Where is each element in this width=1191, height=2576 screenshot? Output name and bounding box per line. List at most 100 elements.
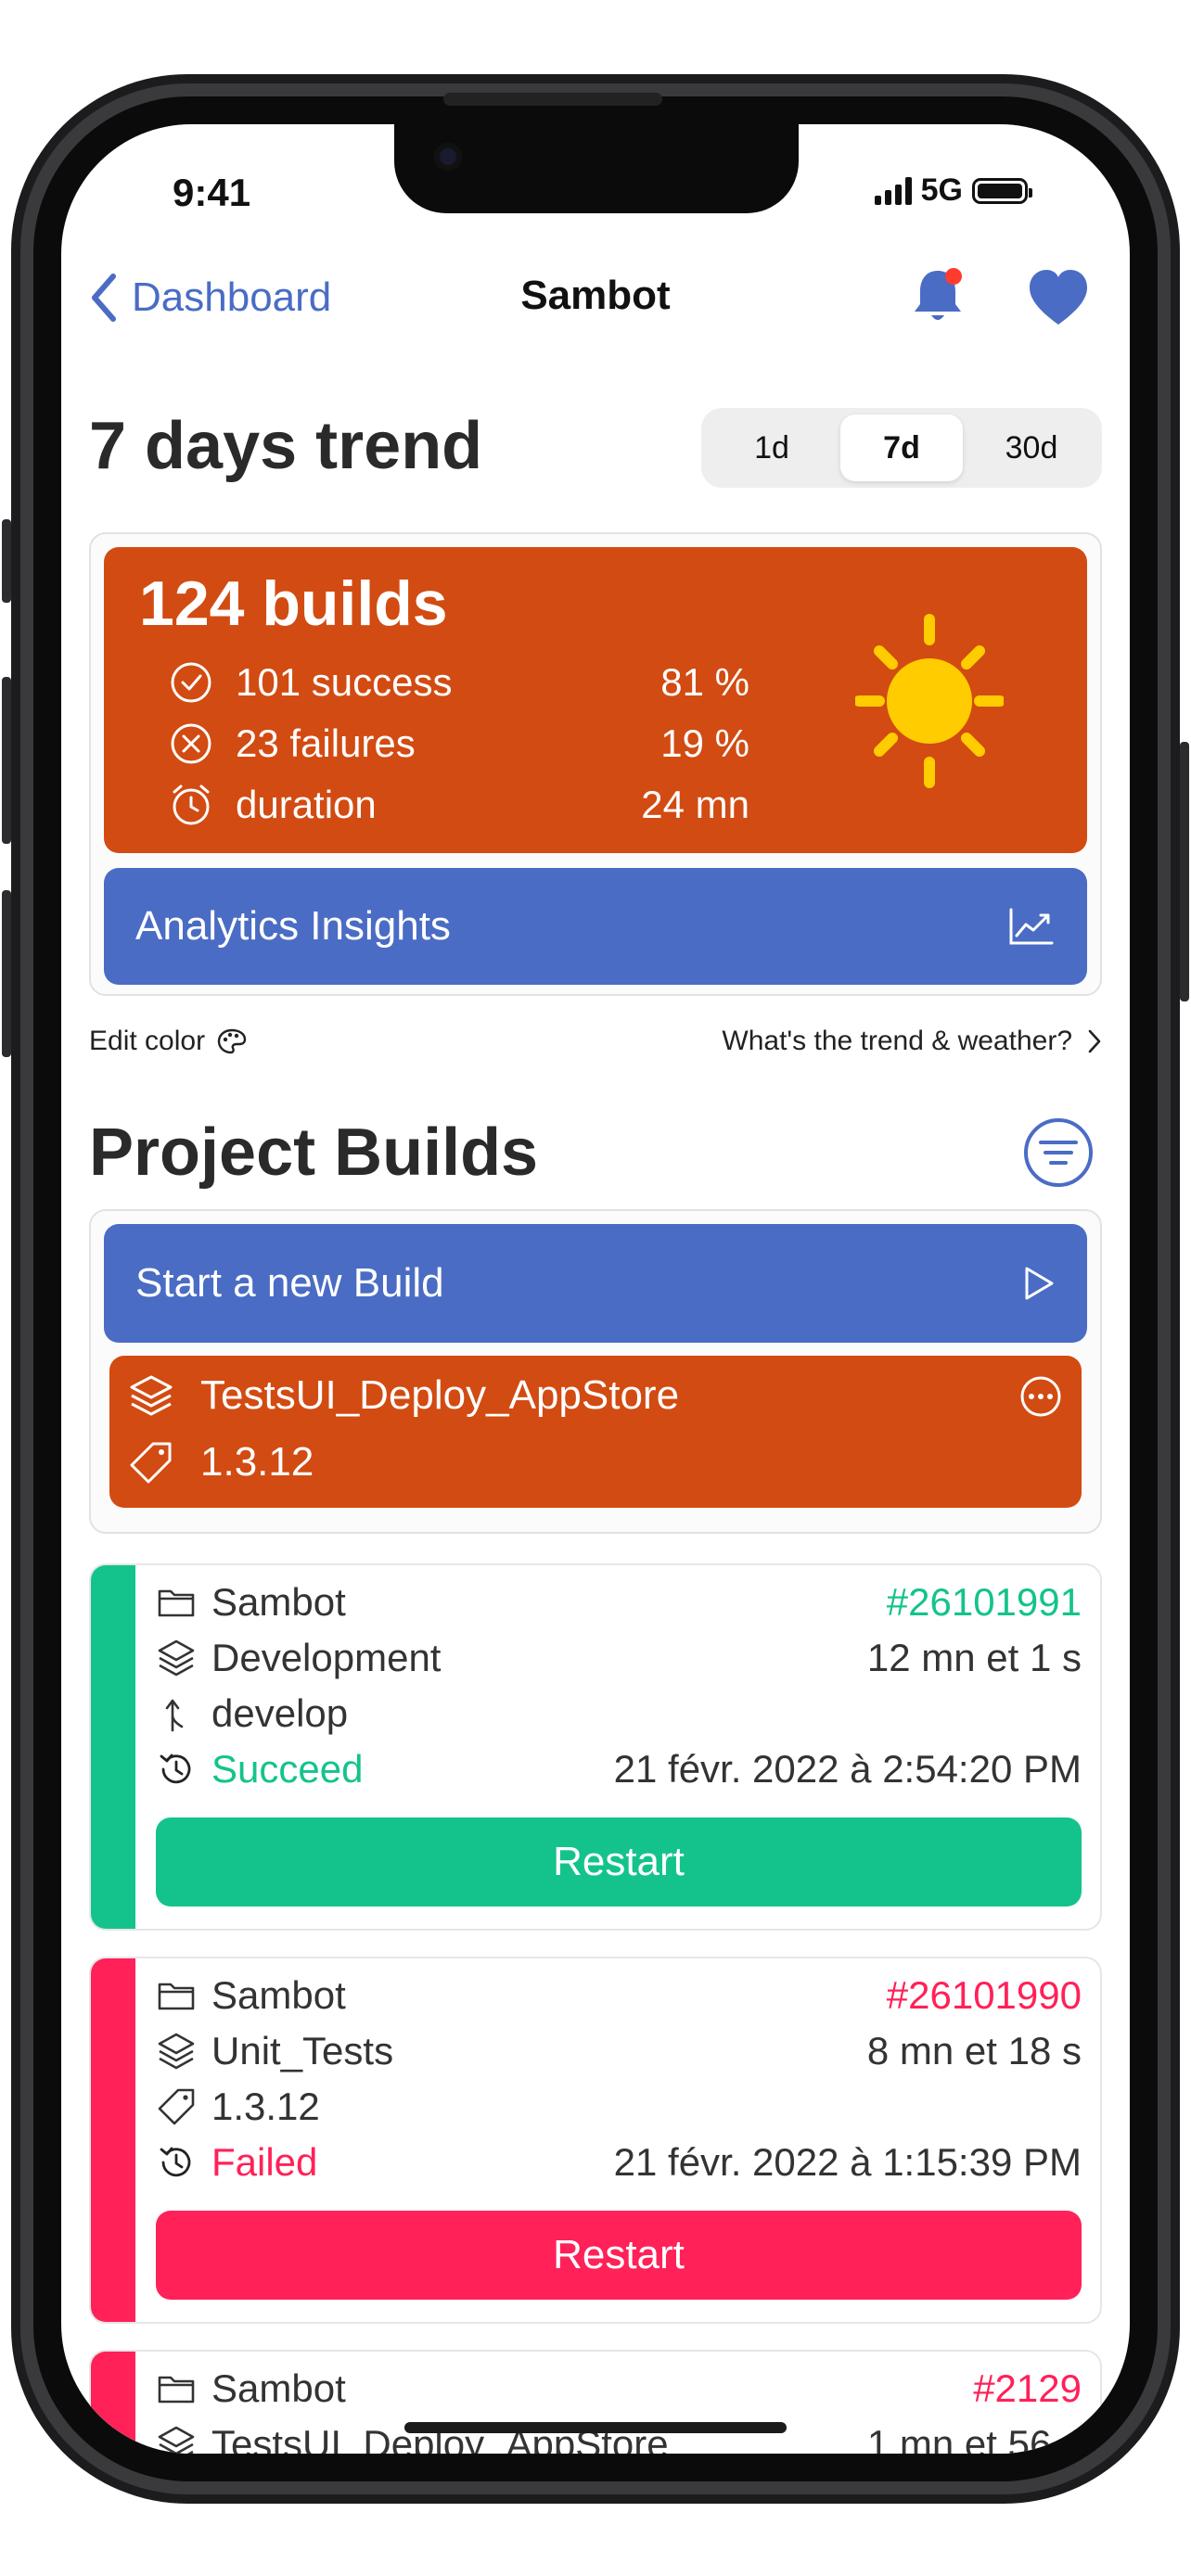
build-status: Failed (211, 2140, 318, 2184)
status-time: 9:41 (173, 171, 251, 214)
chart-line-icon (1009, 908, 1054, 945)
status-strip (91, 1958, 135, 2322)
edit-color-button[interactable]: Edit color (89, 1026, 248, 1057)
workflow-version: 1.3.12 (200, 1439, 314, 1485)
layers-icon (158, 2426, 195, 2454)
bell-icon[interactable] (905, 263, 970, 328)
status-strip (91, 1565, 135, 1929)
checkmark-circle-icon (171, 662, 211, 703)
build-project: Sambot (211, 1973, 346, 2017)
layers-icon (130, 1375, 173, 1416)
layers-icon (158, 2033, 195, 2070)
build-duration: 12 mn et 1 s (866, 1636, 1082, 1679)
analytics-label: Analytics Insights (135, 903, 451, 949)
build-branch-row: develop (156, 1691, 348, 1736)
segment-30d[interactable]: 30d (970, 414, 1093, 481)
alarm-clock-icon (173, 784, 210, 825)
network-label: 5G (920, 172, 963, 208)
stat-value: 24 mn (641, 783, 749, 826)
new-build-card: Start a new Build TestsUI_Deploy_AppStor… (89, 1209, 1102, 1534)
restart-button[interactable]: Restart (156, 1817, 1082, 1906)
build-workflow: Development (211, 1636, 442, 1679)
stat-value: 19 % (660, 721, 749, 765)
heart-icon[interactable] (1026, 267, 1091, 328)
back-button[interactable]: Dashboard (89, 273, 331, 323)
build-project-row: Sambot (156, 1580, 346, 1625)
palette-icon (217, 1028, 247, 1054)
volume-down-button (2, 890, 11, 1057)
power-button (1180, 742, 1189, 1001)
trend-weather-link[interactable]: What's the trend & weather? (722, 1026, 1102, 1057)
trend-title: 7 days trend (89, 409, 483, 483)
ellipsis-circle-icon[interactable] (1018, 1374, 1063, 1419)
build-workflow-row: Development (156, 1636, 441, 1680)
filter-icon[interactable] (1022, 1116, 1095, 1189)
build-number[interactable]: #26101990 (887, 1973, 1082, 2018)
trend-weather-label: What's the trend & weather? (722, 1026, 1072, 1056)
selected-workflow[interactable]: TestsUI_Deploy_AppStore 1.3.12 (109, 1356, 1082, 1508)
history-clock-icon (160, 1753, 191, 1784)
front-camera (434, 143, 462, 171)
trend-card: 124 builds 101 success 81 % 23 failures … (89, 532, 1102, 996)
build-number[interactable]: #26101991 (887, 1580, 1082, 1625)
workflow-name: TestsUI_Deploy_AppStore (200, 1372, 680, 1418)
sun-weather-icon (855, 614, 1004, 788)
tag-icon (158, 2088, 195, 2125)
build-status-row: Succeed (156, 1747, 363, 1792)
segment-1d[interactable]: 1d (711, 414, 833, 481)
trend-summary: 124 builds 101 success 81 % 23 failures … (104, 547, 1087, 853)
earpiece-speaker (443, 93, 662, 106)
stat-label: 101 success (236, 660, 453, 704)
build-workflow: Unit_Tests (211, 2029, 394, 2072)
project-builds-title: Project Builds (89, 1116, 539, 1190)
build-project: Sambot (211, 2366, 346, 2410)
stat-label: duration (236, 783, 377, 826)
builds-count: 124 builds (139, 568, 448, 639)
period-segmented-control: 1d 7d 30d (701, 408, 1102, 488)
home-indicator[interactable] (404, 2422, 787, 2433)
stat-failures: 23 failures (169, 721, 416, 766)
build-project-row: Sambot (156, 2366, 346, 2411)
build-status: Succeed (211, 1747, 364, 1791)
status-indicators: 5G (874, 172, 1032, 209)
build-status-row: Failed (156, 2140, 317, 2185)
build-number[interactable]: #2129 (973, 2366, 1082, 2411)
segment-7d[interactable]: 7d (840, 414, 963, 481)
edit-color-label: Edit color (89, 1026, 206, 1056)
folder-icon (158, 1589, 195, 1617)
start-new-build-button[interactable]: Start a new Build (104, 1224, 1087, 1343)
play-icon (1025, 1267, 1054, 1300)
build-project: Sambot (211, 1580, 346, 1624)
volume-up-button (2, 677, 11, 844)
build-duration: 8 mn et 18 s (866, 2029, 1082, 2072)
analytics-insights-button[interactable]: Analytics Insights (104, 868, 1087, 985)
mute-switch (2, 519, 11, 603)
chevron-right-icon (1088, 1029, 1101, 1053)
build-date: 21 févr. 2022 à 1:15:39 PM (613, 2140, 1082, 2184)
battery-icon (972, 177, 1032, 204)
build-version: 1.3.12 (211, 2085, 320, 2128)
stat-success: 101 success (169, 660, 452, 705)
chevron-left-icon (92, 274, 116, 322)
layers-icon (158, 1639, 195, 1677)
stat-label: 23 failures (236, 721, 416, 765)
folder-icon (158, 1983, 195, 2010)
stat-duration: duration (169, 783, 377, 827)
build-card-failed: Sambot #26101990 Unit_Tests 8 mn et 18 s… (89, 1957, 1102, 2324)
version-row: 1.3.12 (128, 1439, 314, 1486)
app-screen: 9:41 5G Sambot Dashboard 7 days trend 1d… (61, 124, 1130, 2454)
restart-button[interactable]: Restart (156, 2211, 1082, 2300)
back-label: Dashboard (132, 274, 332, 320)
workflow-row: TestsUI_Deploy_AppStore (128, 1372, 679, 1419)
x-circle-icon (171, 723, 211, 764)
folder-icon (158, 2376, 195, 2404)
build-card-success: Sambot #26101991 Development 12 mn et 1 … (89, 1563, 1102, 1931)
history-clock-icon (160, 2147, 191, 2177)
stat-value: 81 % (660, 660, 749, 704)
signal-icon (874, 176, 912, 205)
build-workflow-row: Unit_Tests (156, 2029, 393, 2073)
build-branch: develop (211, 1691, 349, 1735)
build-project-row: Sambot (156, 1973, 346, 2018)
tag-icon (130, 1442, 172, 1484)
build-date: 21 févr. 2022 à 2:54:20 PM (613, 1747, 1082, 1791)
